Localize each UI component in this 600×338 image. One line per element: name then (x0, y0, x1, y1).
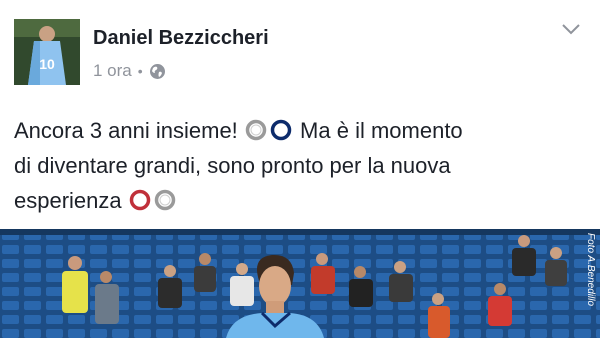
meta-separator: • (137, 63, 143, 79)
post-text-line-2: di diventare grandi, sono pronto per la … (14, 153, 451, 178)
navy-ring-emoji-icon (269, 119, 294, 141)
red-ring-emoji-icon (128, 189, 153, 211)
post-meta: 1 ora • (93, 61, 166, 81)
avatar[interactable]: 10 (14, 19, 80, 85)
post-text-segment: esperienza (14, 188, 122, 213)
post-text-line-3: esperienza (14, 183, 584, 218)
post-author[interactable]: Daniel Bezziccheri (93, 27, 269, 50)
gray-ring-emoji-icon (244, 119, 269, 141)
photo-credit-text: Foto A.Benedillo (585, 233, 596, 307)
post-photo[interactable] (0, 229, 600, 338)
post-text: Ancora 3 anni insieme! Ma è il momento d… (14, 113, 584, 218)
post-text-line-1: Ancora 3 anni insieme! Ma è il momento (14, 113, 584, 148)
post-text-segment: Ma è il momento (300, 118, 463, 143)
gray-ring-emoji-icon (153, 189, 178, 211)
post-text-segment: Ancora 3 anni insieme! (14, 118, 238, 143)
chevron-down-icon[interactable] (561, 22, 581, 36)
avatar-jersey-number: 10 (39, 56, 55, 72)
globe-icon[interactable] (149, 63, 166, 80)
post-time[interactable]: 1 ora (93, 61, 132, 81)
photo-credit: Foto A.Benedillo (585, 233, 597, 333)
